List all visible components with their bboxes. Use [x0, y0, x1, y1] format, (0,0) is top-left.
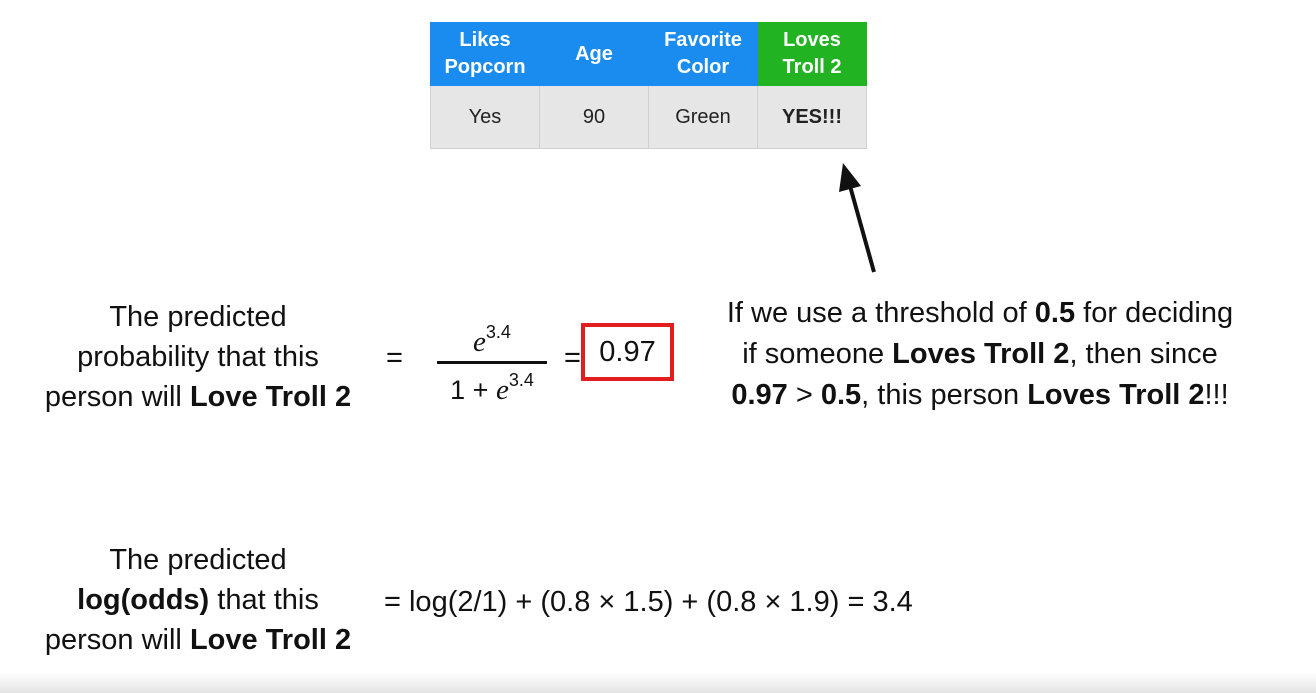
probability-label: The predicted probability that this pers…: [44, 301, 352, 413]
logodds-label: The predicted log(odds) that this person…: [44, 544, 352, 656]
logodds-equation: = log(2/1) + (0.8 × 1.5) + (0.8 × 1.9) =…: [384, 586, 913, 618]
probability-result-box: 0.97: [581, 323, 674, 381]
probability-fraction: e3.4 1 + e3.4: [437, 318, 547, 407]
fraction-denominator: 1 + e3.4: [450, 370, 534, 406]
threshold-note: If we use a threshold of 0.5 for decidin…: [726, 297, 1234, 411]
fraction-numerator: e3.4: [473, 322, 511, 358]
bottom-shade: [0, 672, 1316, 693]
fraction-bar: [437, 361, 547, 364]
equals-sign-2: =: [564, 342, 581, 374]
probability-result: 0.97: [599, 336, 656, 368]
equals-sign: =: [386, 342, 403, 374]
